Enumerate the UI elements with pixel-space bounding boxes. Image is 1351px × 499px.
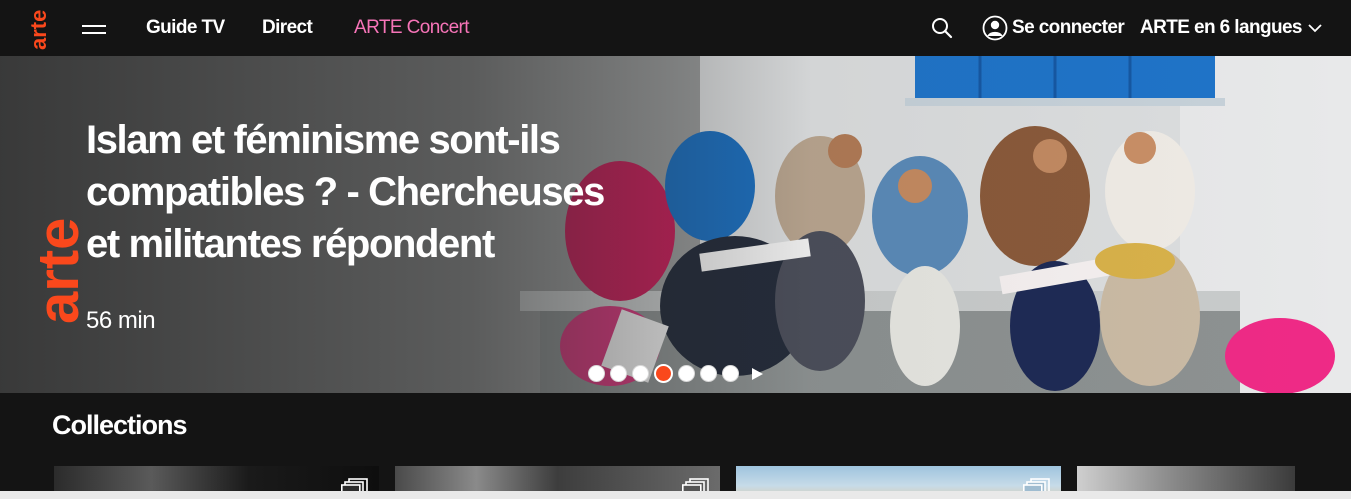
hero-duration: 56 min <box>86 307 156 334</box>
carousel-dot-2[interactable] <box>610 365 627 382</box>
nav-link-arte-concert[interactable]: ARTE Concert <box>354 17 470 39</box>
carousel-next-play-icon[interactable] <box>750 367 764 381</box>
collections-heading: Collections <box>52 410 188 440</box>
horizontal-scrollbar[interactable] <box>0 491 1351 499</box>
menu-hamburger-icon[interactable] <box>82 22 106 36</box>
carousel-dot-7[interactable] <box>722 365 739 382</box>
carousel-dot-5[interactable] <box>678 365 695 382</box>
arte-vertical-logo-icon: arte <box>40 218 84 324</box>
chevron-down-icon <box>1308 24 1322 33</box>
carousel-pagination <box>588 364 764 383</box>
hero-title[interactable]: Islam et féminisme sont-ils compatibles … <box>86 114 646 270</box>
language-label: ARTE en 6 langues <box>1140 17 1303 38</box>
arte-logo-icon[interactable]: arte <box>26 4 54 52</box>
nav-link-direct[interactable]: Direct <box>262 17 313 39</box>
carousel-dot-4-active[interactable] <box>654 364 673 383</box>
carousel-dot-6[interactable] <box>700 365 717 382</box>
top-navigation-bar: arte Guide TV Direct ARTE Concert Se con… <box>0 0 1351 56</box>
login-button[interactable]: Se connecter <box>982 14 1125 42</box>
search-icon[interactable] <box>931 17 953 39</box>
svg-text:arte: arte <box>40 218 84 324</box>
svg-text:arte: arte <box>26 10 51 50</box>
hero-carousel[interactable]: arte Islam et féminisme sont-ils compati… <box>0 56 1351 393</box>
language-selector[interactable]: ARTE en 6 langues <box>1140 17 1322 39</box>
login-label: Se connecter <box>1012 17 1125 38</box>
nav-link-guide-tv[interactable]: Guide TV <box>146 17 225 39</box>
carousel-dot-1[interactable] <box>588 365 605 382</box>
carousel-dot-3[interactable] <box>632 365 649 382</box>
user-account-icon <box>982 15 1008 41</box>
